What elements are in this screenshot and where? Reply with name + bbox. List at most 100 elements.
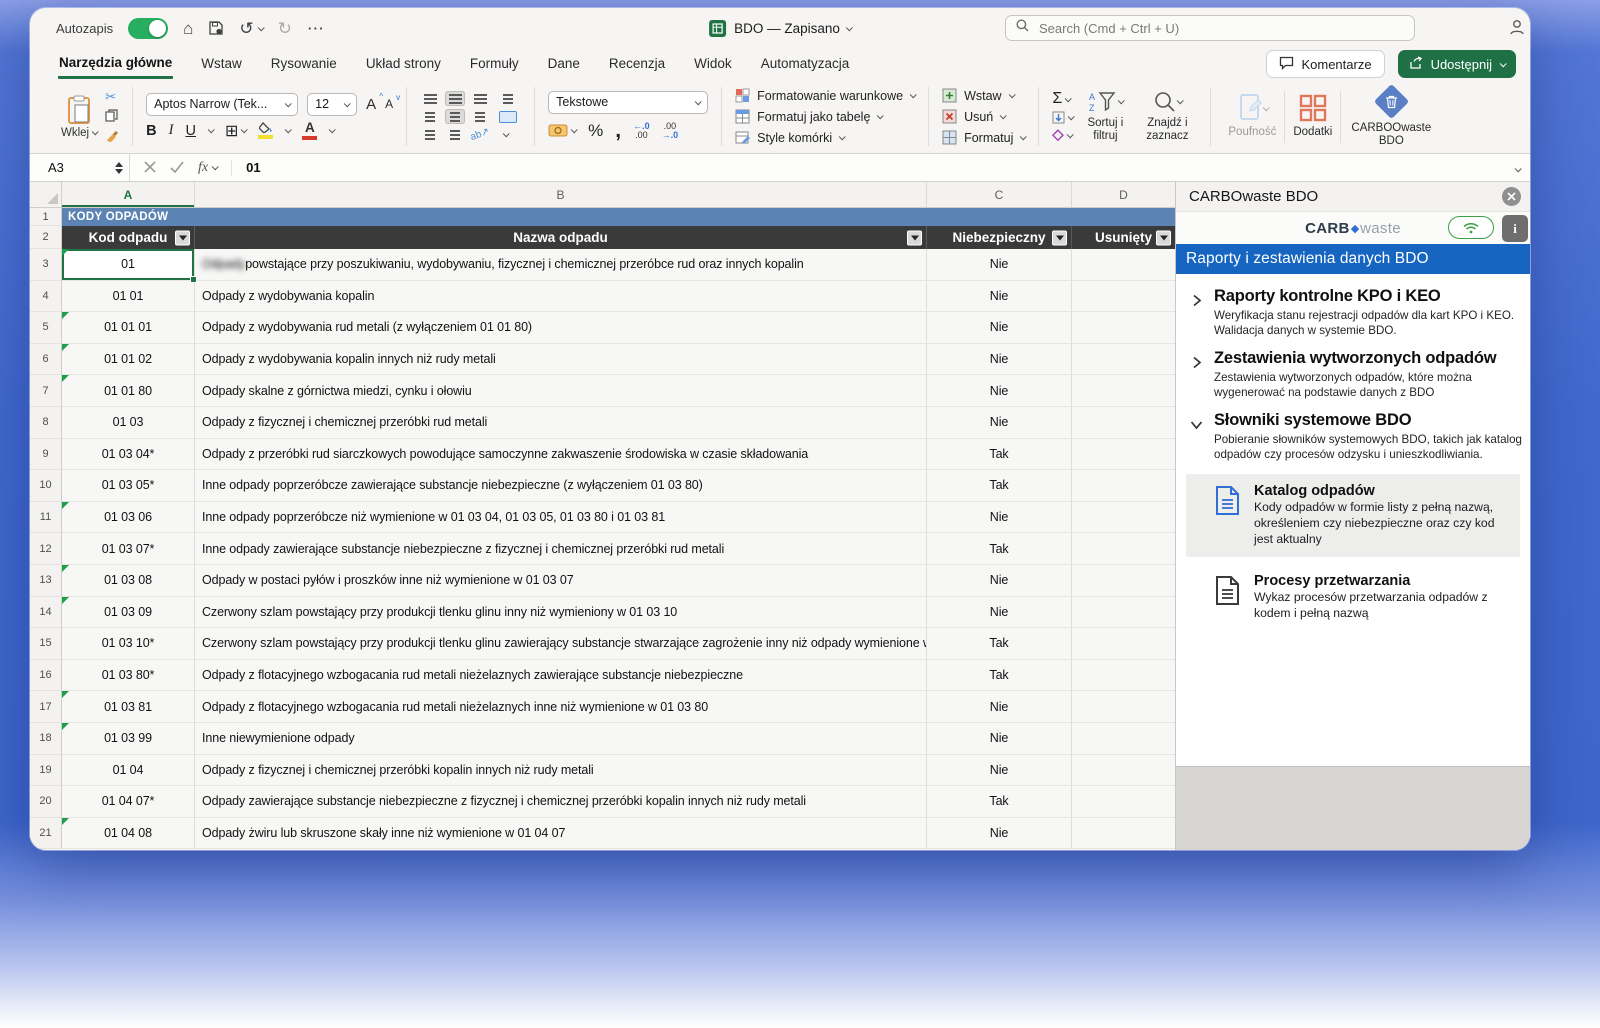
align-right-icon[interactable]: [470, 109, 490, 124]
cell-removed[interactable]: [1072, 565, 1175, 597]
cell-hazardous[interactable]: Nie: [927, 565, 1072, 597]
cell-code[interactable]: 01 03 05*: [62, 470, 195, 502]
fill-down-icon[interactable]: [1052, 111, 1073, 124]
cell-removed[interactable]: [1072, 597, 1175, 629]
cell-removed[interactable]: [1072, 439, 1175, 471]
row-number[interactable]: 4: [30, 281, 62, 313]
cell-removed[interactable]: [1072, 249, 1175, 281]
taskpane-item-katalog-odpadów[interactable]: Katalog odpadówKody odpadów w formie lis…: [1186, 474, 1520, 557]
cell-reference-input[interactable]: [46, 159, 98, 176]
cell-hazardous[interactable]: Tak: [927, 470, 1072, 502]
cell-name[interactable]: Odpady w postaci pyłów i proszków inne n…: [195, 565, 927, 597]
cell-name[interactable]: Odpady powstające przy poszukiwaniu, wyd…: [195, 249, 927, 281]
sort-filter-button[interactable]: AZ Sortuj i filtruj: [1077, 90, 1133, 143]
tab-automatyzacja[interactable]: Automatyzacja: [760, 51, 851, 77]
decrease-font-icon[interactable]: Av: [385, 97, 393, 111]
currency-icon[interactable]: [548, 124, 576, 137]
merge-center-icon[interactable]: [495, 109, 521, 124]
cell-removed[interactable]: [1072, 407, 1175, 439]
cell-name[interactable]: Odpady z fizycznej i chemicznej przeróbk…: [195, 407, 927, 439]
save-icon[interactable]: [208, 20, 224, 36]
row-number[interactable]: 8: [30, 407, 62, 439]
cell-code[interactable]: 01 03 10*: [62, 628, 195, 660]
tab-układ-strony[interactable]: Układ strony: [365, 51, 442, 77]
cell-name[interactable]: Inne odpady zawierające substancje niebe…: [195, 533, 927, 565]
row-number[interactable]: 9: [30, 439, 62, 471]
align-top-icon[interactable]: [420, 91, 440, 106]
cell-code[interactable]: 01 03 81: [62, 691, 195, 723]
align-middle-icon[interactable]: [445, 91, 465, 106]
chevron-down-icon[interactable]: [1190, 418, 1203, 463]
cell-code[interactable]: 01 03 09: [62, 597, 195, 629]
cell-hazardous[interactable]: Tak: [927, 439, 1072, 471]
column-header-b[interactable]: B: [195, 182, 927, 207]
column-header-a[interactable]: A: [62, 182, 195, 207]
cell-hazardous[interactable]: Nie: [927, 755, 1072, 787]
row-number[interactable]: 2: [30, 226, 62, 249]
header-niebezpieczny[interactable]: Niebezpieczny: [927, 226, 1072, 249]
formula-bar-expand-icon[interactable]: [1515, 159, 1530, 177]
redo-icon[interactable]: ↻: [278, 20, 292, 37]
cancel-icon[interactable]: [144, 160, 156, 176]
cell-hazardous[interactable]: Nie: [927, 502, 1072, 534]
cell-hazardous[interactable]: Nie: [927, 597, 1072, 629]
cell-removed[interactable]: [1072, 691, 1175, 723]
cell-name[interactable]: Odpady z wydobywania rud metali (z wyłąc…: [195, 312, 927, 344]
cell-code[interactable]: 01 03 07*: [62, 533, 195, 565]
enter-icon[interactable]: [170, 160, 184, 176]
font-name-select[interactable]: Aptos Narrow (Tek...: [146, 93, 298, 116]
cell-removed[interactable]: [1072, 755, 1175, 787]
more-icon[interactable]: ⋯: [307, 20, 324, 37]
cell-styles-button[interactable]: Style komórki: [735, 130, 915, 145]
taskpane-section-słowniki-systemowe-bdo[interactable]: Słowniki systemowe BDOPobieranie słownik…: [1176, 406, 1530, 468]
bold-button[interactable]: B: [146, 123, 156, 139]
filter-icon[interactable]: [1052, 230, 1067, 245]
tab-wstaw[interactable]: Wstaw: [200, 51, 243, 77]
row-number[interactable]: 5: [30, 312, 62, 344]
account-icon[interactable]: [1508, 18, 1526, 41]
cell-removed[interactable]: [1072, 723, 1175, 755]
row-number[interactable]: 19: [30, 755, 62, 787]
autosave-toggle[interactable]: [128, 18, 168, 39]
tab-recenzja[interactable]: Recenzja: [608, 51, 666, 77]
cell-code[interactable]: 01 03 80*: [62, 660, 195, 692]
cell-code[interactable]: 01 01: [62, 281, 195, 313]
cell-code[interactable]: 01 01 80: [62, 375, 195, 407]
column-header-c[interactable]: C: [927, 182, 1072, 207]
underline-button[interactable]: U: [185, 123, 195, 139]
cell-code[interactable]: 01 03 06: [62, 502, 195, 534]
cell-hazardous[interactable]: Nie: [927, 344, 1072, 376]
header-nazwa-odpadu[interactable]: Nazwa odpadu: [195, 226, 927, 249]
taskpane-item-procesy-przetwarzania[interactable]: Procesy przetwarzaniaWykaz procesów prze…: [1186, 564, 1520, 631]
cell-code[interactable]: 01 01 01: [62, 312, 195, 344]
cell-removed[interactable]: [1072, 818, 1175, 850]
cell-removed[interactable]: [1072, 470, 1175, 502]
document-title[interactable]: BDO — Zapisano: [734, 21, 851, 36]
autosum-icon[interactable]: Σ: [1052, 90, 1073, 108]
decrease-indent-icon[interactable]: [420, 127, 440, 142]
row-number[interactable]: 18: [30, 723, 62, 755]
row-number[interactable]: 16: [30, 660, 62, 692]
taskpane-section-raporty-kontrolne-kpo-i-keo[interactable]: Raporty kontrolne KPO i KEOWeryfikacja s…: [1176, 282, 1530, 344]
row-number[interactable]: 17: [30, 691, 62, 723]
cell-code[interactable]: 01 04 07*: [62, 786, 195, 818]
align-bottom-icon[interactable]: [470, 91, 490, 106]
cell-name[interactable]: Czerwony szlam powstający przy produkcji…: [195, 628, 927, 660]
cell-name[interactable]: Odpady z flotacyjnego wzbogacania rud me…: [195, 660, 927, 692]
row-number[interactable]: 21: [30, 818, 62, 850]
copy-icon[interactable]: [105, 109, 119, 125]
chevron-right-icon[interactable]: [1190, 294, 1203, 339]
cell-removed[interactable]: [1072, 344, 1175, 376]
row-number[interactable]: 1: [30, 208, 62, 226]
cell-hazardous[interactable]: Tak: [927, 660, 1072, 692]
name-box-stepper[interactable]: [115, 162, 123, 174]
row-number[interactable]: 6: [30, 344, 62, 376]
formula-value[interactable]: 01: [232, 160, 260, 175]
connection-status[interactable]: [1448, 216, 1494, 239]
sensitivity-button[interactable]: Poufność: [1224, 93, 1280, 139]
comma-icon[interactable]: ,: [615, 119, 621, 143]
cell-hazardous[interactable]: Nie: [927, 249, 1072, 281]
row-number[interactable]: 15: [30, 628, 62, 660]
cell-hazardous[interactable]: Nie: [927, 723, 1072, 755]
cut-icon[interactable]: ✂: [105, 89, 119, 105]
